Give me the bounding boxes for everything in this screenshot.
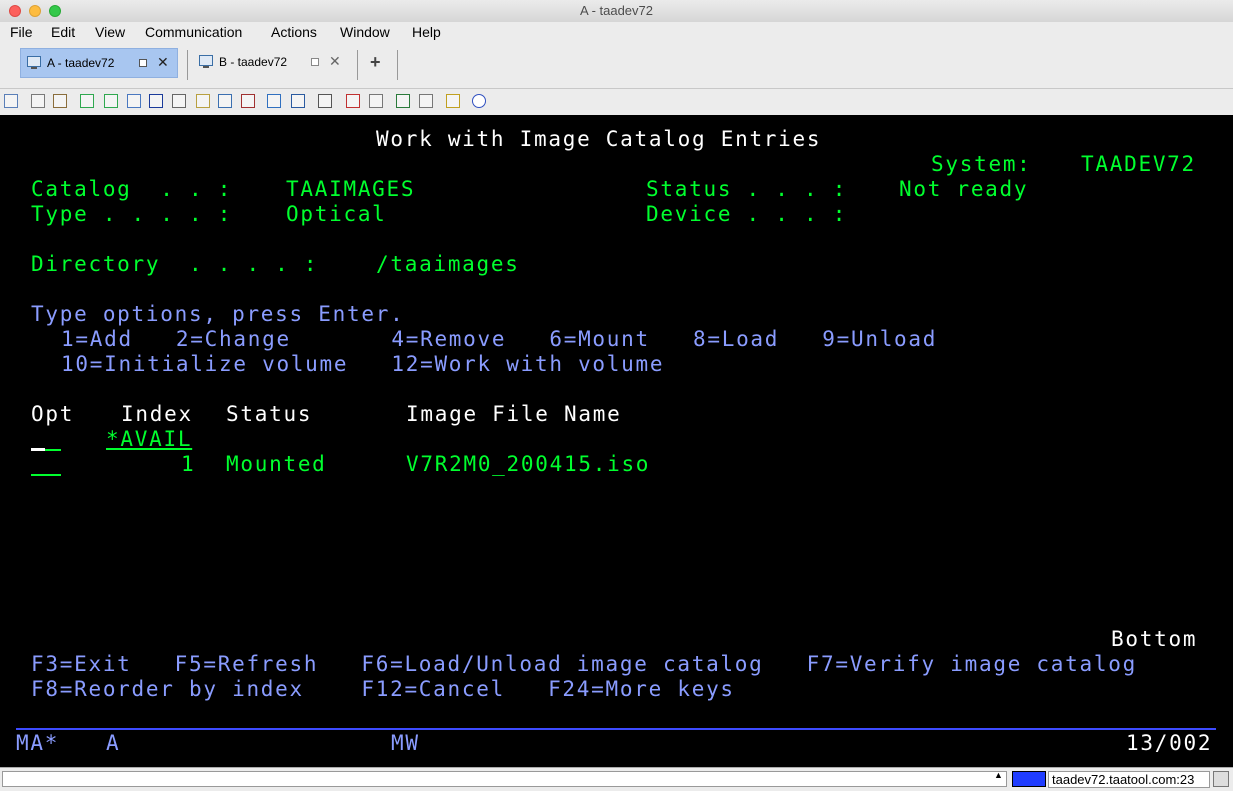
window-title: A - taadev72 <box>580 3 653 18</box>
options-line-1: 1=Add 2=Change 4=Remove 6=Mount 8=Load 9… <box>61 327 938 351</box>
stop-icon[interactable] <box>419 94 433 108</box>
play-icon[interactable] <box>396 94 410 108</box>
directory-value: /taaimages <box>376 252 520 276</box>
connection-icon <box>1012 771 1046 787</box>
close-tab-icon[interactable]: ✕ <box>329 53 341 70</box>
monitor-icon <box>27 56 41 69</box>
host-address: taadev72.taatool.com:23 <box>1048 771 1210 788</box>
instructions-text: Type options, press Enter. <box>31 302 405 326</box>
row-index: *AVAIL <box>106 427 193 451</box>
menu-bar: File Edit View Communication Actions Win… <box>0 22 1233 44</box>
oia-ma-indicator: MA* <box>16 731 60 755</box>
tab-divider <box>397 50 398 80</box>
help-icon[interactable] <box>472 94 486 108</box>
function-keys-line-1: F3=Exit F5=Refresh F6=Load/Unload image … <box>31 652 1137 676</box>
image-icon[interactable] <box>267 94 281 108</box>
menu-file[interactable]: File <box>10 24 33 40</box>
tab-divider <box>187 50 188 80</box>
type-value: Optical <box>286 202 387 226</box>
toolbar <box>0 89 1233 115</box>
download-icon[interactable] <box>104 94 118 108</box>
copy-icon[interactable] <box>4 94 18 108</box>
detach-tab-icon[interactable] <box>311 58 319 66</box>
terminal-screen[interactable]: Work with Image Catalog Entries System: … <box>0 115 1233 767</box>
menu-communication[interactable]: Communication <box>145 24 242 40</box>
window-title-bar: A - taadev72 <box>0 0 1233 23</box>
catalog-value: TAAIMAGES <box>286 177 416 201</box>
catalog-label: Catalog . . : <box>31 177 233 201</box>
options-line-2: 10=Initialize volume 12=Work with volume <box>61 352 665 376</box>
package-icon[interactable] <box>196 94 210 108</box>
system-value: TAADEV72 <box>1081 152 1196 176</box>
menu-window[interactable]: Window <box>340 24 390 40</box>
text-cursor <box>31 448 45 451</box>
upload-icon[interactable] <box>80 94 94 108</box>
function-keys-line-2: F8=Reorder by index F12=Cancel F24=More … <box>31 677 735 701</box>
status-value: Not ready <box>899 177 1029 201</box>
system-label: System: <box>931 152 1032 176</box>
network-icon[interactable] <box>1213 771 1229 787</box>
column-header-image: Image File Name <box>406 402 622 426</box>
notes-icon[interactable] <box>446 94 460 108</box>
session-tab-bar: A - taadev72 ✕ B - taadev72 ✕ + <box>0 44 1233 89</box>
row-image-name: V7R2M0_200415.iso <box>406 452 651 476</box>
status-bar: ▲ taadev72.taatool.com:23 <box>0 767 1233 791</box>
oia-mode: MW <box>391 731 420 755</box>
list-icon[interactable] <box>172 94 186 108</box>
column-header-index: Index <box>121 402 193 426</box>
column-header-opt: Opt <box>31 402 75 426</box>
menu-help[interactable]: Help <box>412 24 441 40</box>
print-icon[interactable] <box>346 94 360 108</box>
paste-icon[interactable] <box>31 94 45 108</box>
tab-label: A - taadev72 <box>47 56 115 70</box>
tab-divider <box>357 50 358 80</box>
clipboard-icon[interactable] <box>53 94 67 108</box>
record-icon[interactable] <box>241 94 255 108</box>
option-input-field[interactable] <box>31 474 61 476</box>
device-label: Device . . . : <box>646 202 848 226</box>
row-status: Mounted <box>226 452 327 476</box>
palette-icon[interactable] <box>218 94 232 108</box>
status-label: Status . . . : <box>646 177 848 201</box>
screen-title: Work with Image Catalog Entries <box>376 127 822 151</box>
tools-icon[interactable] <box>318 94 332 108</box>
row-index: 1 <box>181 452 196 476</box>
oia-divider <box>16 728 1216 730</box>
scroll-up-icon[interactable]: ▲ <box>994 770 1003 780</box>
new-tab-icon[interactable]: + <box>370 52 381 73</box>
detach-tab-icon[interactable] <box>139 59 147 67</box>
oia-session: A <box>106 731 121 755</box>
bottom-indicator: Bottom <box>1111 627 1198 651</box>
column-header-status: Status <box>226 402 313 426</box>
document-icon[interactable] <box>127 94 141 108</box>
type-label: Type . . . . : <box>31 202 233 226</box>
status-message-field <box>2 771 1007 787</box>
grid-icon[interactable] <box>291 94 305 108</box>
menu-edit[interactable]: Edit <box>51 24 75 40</box>
menu-view[interactable]: View <box>95 24 125 40</box>
close-tab-icon[interactable]: ✕ <box>157 54 169 71</box>
tab-label: B - taadev72 <box>219 55 288 69</box>
tab-session-b[interactable]: B - taadev72 ✕ <box>193 48 351 78</box>
printer-icon[interactable] <box>369 94 383 108</box>
directory-label: Directory . . . . : <box>31 252 319 276</box>
menu-actions[interactable]: Actions <box>271 24 317 40</box>
oia-cursor-position: 13/002 <box>1126 731 1213 755</box>
tab-session-a[interactable]: A - taadev72 ✕ <box>20 48 178 78</box>
navigate-icon[interactable] <box>149 94 163 108</box>
monitor-icon <box>199 55 213 68</box>
